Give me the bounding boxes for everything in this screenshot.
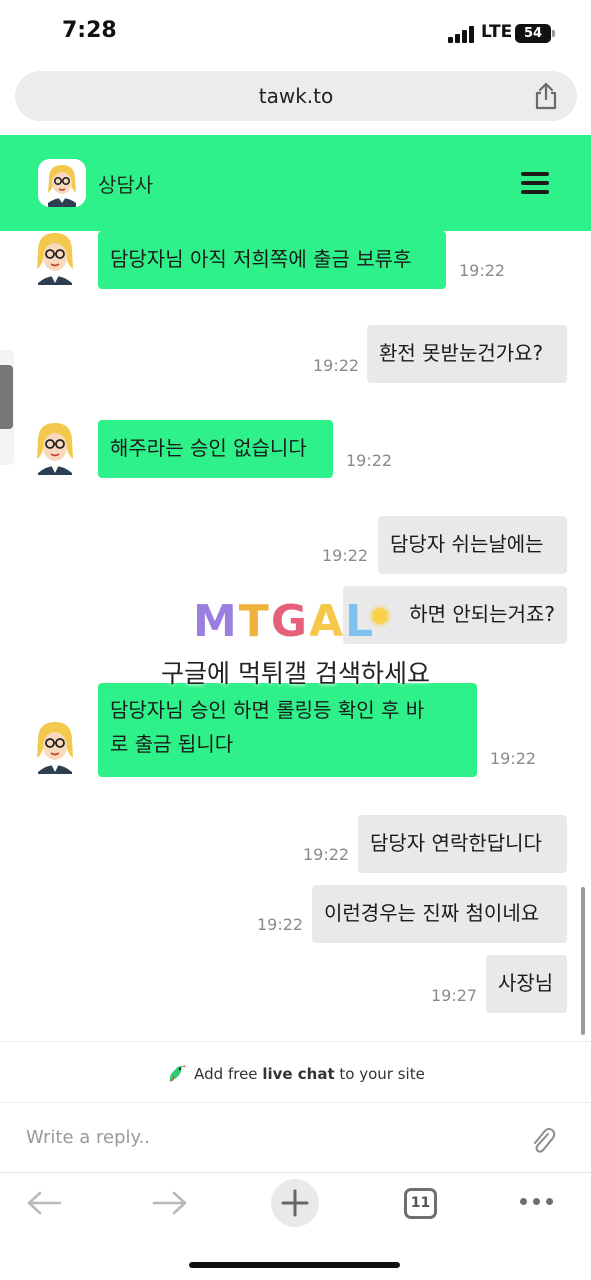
paperclip-icon[interactable] (528, 1125, 556, 1155)
message-text: 사장님 (498, 971, 554, 995)
message-text: 담당자 쉬는날에는 (390, 532, 544, 556)
message-bubble: 환전 못받눈건가요? (367, 325, 567, 383)
chat-title: 상담사 (98, 173, 154, 197)
chat-messages: 담당자님 아직 저희쪽에 출금 보류후 19:22 19:22 환전 못받눈건가… (0, 231, 591, 1041)
message-bubble: 하면 안되는거죠? (343, 586, 567, 644)
chat-scrollbar[interactable] (581, 887, 585, 1035)
agent-avatar (37, 233, 73, 285)
message-time: 19:22 (322, 546, 369, 565)
address-bar[interactable]: tawk.to (15, 71, 577, 121)
message-text: 해주라는 승인 없습니다 (110, 436, 307, 460)
message-time: 19:27 (431, 986, 478, 1005)
message-time: 19:22 (490, 749, 537, 768)
hamburger-menu-icon[interactable] (521, 172, 549, 194)
message-text: 담당자 연락한답니다 (370, 831, 542, 855)
message-text: 하면 안되는거죠? (409, 602, 555, 626)
agent-avatar (38, 159, 86, 207)
back-arrow-icon[interactable] (26, 1191, 62, 1215)
branding-suffix: to your site (334, 1065, 425, 1083)
message-time: 19:22 (459, 261, 506, 280)
url-text[interactable]: tawk.to (15, 84, 577, 108)
branding-strong: live chat (262, 1065, 335, 1083)
message-bubble: 사장님 (486, 955, 567, 1013)
share-icon[interactable] (533, 82, 559, 110)
message-time: 19:22 (257, 915, 304, 934)
message-text: 환전 못받눈건가요? (379, 341, 544, 365)
tawk-bird-icon (170, 1065, 187, 1082)
status-time: 7:28 (62, 18, 117, 43)
reply-input[interactable]: Write a reply.. (26, 1127, 150, 1148)
network-type: LTE (481, 22, 513, 42)
message-bubble: 해주라는 승인 없습니다 (98, 420, 333, 478)
message-time: 19:22 (346, 451, 393, 470)
cellular-signal-icon (448, 25, 476, 43)
tab-count-button[interactable]: 11 (404, 1188, 437, 1219)
plus-icon (281, 1189, 309, 1217)
branding-prefix: Add free (194, 1065, 263, 1083)
home-indicator (189, 1262, 400, 1268)
message-text-line: 담당자님 승인 하면 롤링등 확인 후 바 (110, 698, 425, 722)
battery-icon: 54 (515, 24, 555, 43)
message-text: 담당자님 아직 저희쪽에 출금 보류후 (110, 247, 412, 271)
message-bubble: 이런경우는 진짜 첨이네요 (312, 885, 567, 943)
branding-bar[interactable]: Add free live chat to your site (0, 1041, 591, 1101)
message-text-line: 로 출금 됩니다 (110, 732, 234, 756)
status-bar: 7:28 LTE 54 (0, 0, 591, 66)
more-options-icon[interactable] (520, 1198, 554, 1208)
agent-avatar (37, 722, 73, 774)
chat-header: 상담사 (0, 135, 591, 231)
reply-bar: Write a reply.. (0, 1102, 591, 1172)
agent-avatar (37, 423, 73, 475)
message-bubble: 담당자 연락한답니다 (358, 815, 567, 873)
page: 7:28 LTE 54 tawk.to 상담사 담당자님 아직 저희쪽에 출금 … (0, 0, 591, 1280)
forward-arrow-icon[interactable] (152, 1191, 188, 1215)
message-time: 19:22 (313, 356, 360, 375)
message-bubble: 담당자님 승인 하면 롤링등 확인 후 바 로 출금 됩니다 (98, 683, 477, 777)
branding-link[interactable]: Add free live chat to your site (0, 1062, 591, 1084)
message-time: 19:22 (303, 845, 350, 864)
message-bubble: 담당자님 아직 저희쪽에 출금 보류후 (98, 231, 446, 289)
message-text: 이런경우는 진짜 첨이네요 (324, 901, 540, 925)
new-tab-button[interactable] (271, 1179, 319, 1227)
message-bubble: 담당자 쉬는날에는 (378, 516, 567, 574)
